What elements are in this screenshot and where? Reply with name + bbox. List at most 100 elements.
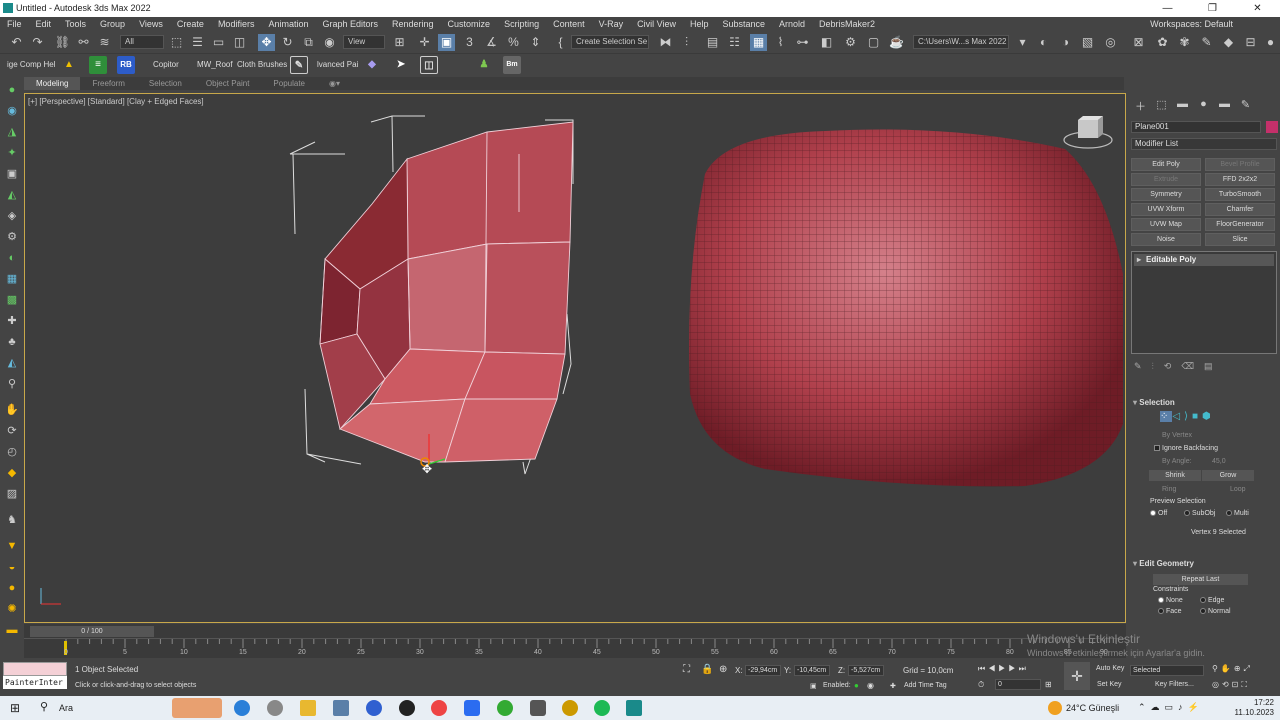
selection-rollout-title[interactable]: Selection — [1133, 398, 1175, 407]
menu-debrismaker[interactable]: DebrisMaker2 — [812, 19, 882, 29]
maxscript-listener[interactable] — [3, 662, 67, 676]
extrude-button[interactable]: Extrude — [1131, 173, 1201, 186]
tool-icon-12[interactable]: ▼ — [5, 539, 19, 553]
undo-icon[interactable]: ↶ — [8, 34, 25, 51]
modify-tab-icon[interactable]: ⬚ — [1151, 98, 1172, 114]
key-filters-button[interactable]: Key Filters... — [1155, 681, 1194, 688]
menu-animation[interactable]: Animation — [261, 19, 315, 29]
tool-icon-10[interactable]: ▨ — [5, 487, 19, 501]
tool-icon-5[interactable]: ♣ — [5, 335, 19, 349]
weather-text[interactable]: 24°C Güneşli — [1066, 703, 1119, 713]
taskbar-search[interactable]: Ara — [59, 703, 73, 713]
weather-icon[interactable] — [1048, 701, 1062, 715]
split-icon[interactable]: ◫ — [420, 56, 438, 74]
menu-graph-editors[interactable]: Graph Editors — [315, 19, 385, 29]
orbit-icon[interactable]: ⟳ — [5, 424, 19, 438]
enabled-indicator-icon[interactable]: ● — [854, 681, 859, 690]
plugin-icon-5[interactable]: ◆ — [1220, 34, 1237, 51]
grow-button[interactable]: Grow — [1202, 470, 1254, 481]
maxscript-input[interactable]: PainterInter — [3, 676, 67, 689]
lights-icon[interactable]: ✦ — [5, 146, 19, 160]
sphere-icon[interactable]: ◉ — [5, 104, 19, 118]
vray-icon-3[interactable]: ▧ — [1079, 34, 1096, 51]
menu-rendering[interactable]: Rendering — [385, 19, 441, 29]
system-icon[interactable]: ⚙ — [5, 230, 19, 244]
z-coordinate[interactable]: -5,527cm — [848, 665, 884, 676]
bevel-profile-button[interactable]: Bevel Profile — [1205, 158, 1275, 171]
align-icon[interactable]: ⫶ — [678, 34, 695, 51]
plugin-icon-1[interactable]: ⊠ — [1130, 34, 1147, 51]
time-tag-icon-2[interactable]: ✚ — [890, 682, 896, 690]
uvw-xform-button[interactable]: UVW Xform — [1131, 203, 1201, 216]
preview-subobj-radio[interactable]: SubObj — [1184, 510, 1215, 517]
floorgenerator-button[interactable]: FloorGenerator — [1205, 218, 1275, 231]
tab-modeling[interactable]: Modeling — [24, 77, 81, 90]
tool-icon-13[interactable]: ◒ — [5, 560, 19, 574]
set-key-button[interactable]: Set Key — [1097, 681, 1122, 688]
bind-spacewarp-icon[interactable]: ≋ — [96, 34, 113, 51]
loop-button[interactable]: Loop — [1230, 486, 1246, 493]
time-tag-icon[interactable]: ◉ — [867, 681, 874, 690]
app-icon-5[interactable] — [366, 700, 382, 716]
subobject-level-icons[interactable]: ⁘◁⟩■⬢ — [1160, 411, 1215, 422]
create-tab-icon[interactable]: ＋ — [1130, 98, 1151, 114]
schematic-view-icon[interactable]: ⊶ — [794, 34, 811, 51]
select-object-icon[interactable]: ⬚ — [168, 34, 185, 51]
menu-modifiers[interactable]: Modifiers — [211, 19, 262, 29]
auto-key-button[interactable]: Auto Key — [1096, 665, 1124, 672]
plugin-icon-4[interactable]: ✎ — [1198, 34, 1215, 51]
plugin-icon-6[interactable]: ⊟ — [1242, 34, 1259, 51]
layer-explorer-icon[interactable]: ☷ — [726, 34, 743, 51]
time-slider-handle[interactable]: 0 / 100 — [30, 626, 154, 637]
menu-substance[interactable]: Substance — [715, 19, 772, 29]
menu-create[interactable]: Create — [170, 19, 211, 29]
app-icon-2[interactable] — [267, 700, 283, 716]
camera-icon[interactable]: ▣ — [5, 167, 19, 181]
keyboard-shortcut-icon[interactable]: ▣ — [438, 34, 455, 51]
menu-edit[interactable]: Edit — [29, 19, 59, 29]
3dsmax-taskbar-icon[interactable] — [626, 700, 642, 716]
ref-coord-dropdown[interactable]: View — [343, 35, 385, 49]
set-key-big-icon[interactable]: ✛ — [1064, 662, 1090, 690]
mw-roof-button[interactable]: MW_Roof — [197, 60, 233, 69]
tool-icon-1[interactable]: ◐ — [5, 251, 19, 265]
utilities-tab-icon[interactable]: ✎ — [1235, 98, 1256, 114]
whatsapp-icon[interactable] — [497, 700, 513, 716]
noise-button[interactable]: Noise — [1131, 233, 1201, 246]
app-icon-6[interactable] — [399, 700, 415, 716]
menu-help[interactable]: Help — [683, 19, 716, 29]
hierarchy-tab-icon[interactable]: ▬ — [1172, 98, 1193, 114]
selected-dropdown[interactable]: Selected — [1130, 665, 1204, 676]
ring-button[interactable]: Ring — [1162, 486, 1176, 493]
ribbon-options-icon[interactable]: ◉▾ — [317, 77, 352, 90]
tab-freeform[interactable]: Freeform — [80, 77, 136, 90]
vray-icon-1[interactable]: ◐ — [1035, 34, 1052, 51]
scene-explorer-icon[interactable]: ▤ — [704, 34, 721, 51]
menu-scripting[interactable]: Scripting — [497, 19, 546, 29]
spotify-icon[interactable] — [594, 700, 610, 716]
unlink-icon[interactable]: ⚯ — [75, 34, 92, 51]
tool-icon-11[interactable]: ♞ — [5, 513, 19, 527]
snaps-toggle-icon[interactable]: 3 — [461, 34, 478, 51]
preview-multi-radio[interactable]: Multi — [1226, 510, 1249, 517]
move-icon[interactable]: ✥ — [258, 34, 275, 51]
tool-icon-15[interactable]: ✺ — [5, 602, 19, 616]
object-name-field[interactable]: Plane001 — [1131, 121, 1261, 133]
by-angle-label[interactable]: By Angle: — [1162, 458, 1192, 465]
menu-civil-view[interactable]: Civil View — [630, 19, 683, 29]
ffd-button[interactable]: FFD 2x2x2 — [1205, 173, 1275, 186]
isolate-icon[interactable]: ⛶ — [683, 664, 690, 675]
object-color-swatch[interactable] — [1266, 121, 1278, 133]
shrink-button[interactable]: Shrink — [1149, 470, 1201, 481]
adaptive-degradation-icon[interactable]: ▣ — [810, 682, 817, 690]
x-coordinate[interactable]: -29,94cm — [745, 665, 781, 676]
warning-icon[interactable]: ▲ — [60, 56, 78, 74]
by-vertex-label[interactable]: By Vertex — [1162, 432, 1192, 439]
mirror-icon[interactable]: ⧓ — [657, 34, 674, 51]
time-config-icon[interactable]: ⊞ — [1045, 680, 1052, 689]
constraint-none-radio[interactable]: None — [1158, 597, 1183, 604]
edit-geometry-rollout-title[interactable]: Edit Geometry — [1133, 559, 1194, 568]
app-icon-8[interactable] — [464, 700, 480, 716]
named-selection-dropdown[interactable]: Create Selection Se — [571, 35, 649, 49]
track-bar[interactable]: 0 5 10 15 20 25 30 35 40 45 50 55 60 65 … — [24, 638, 1126, 658]
